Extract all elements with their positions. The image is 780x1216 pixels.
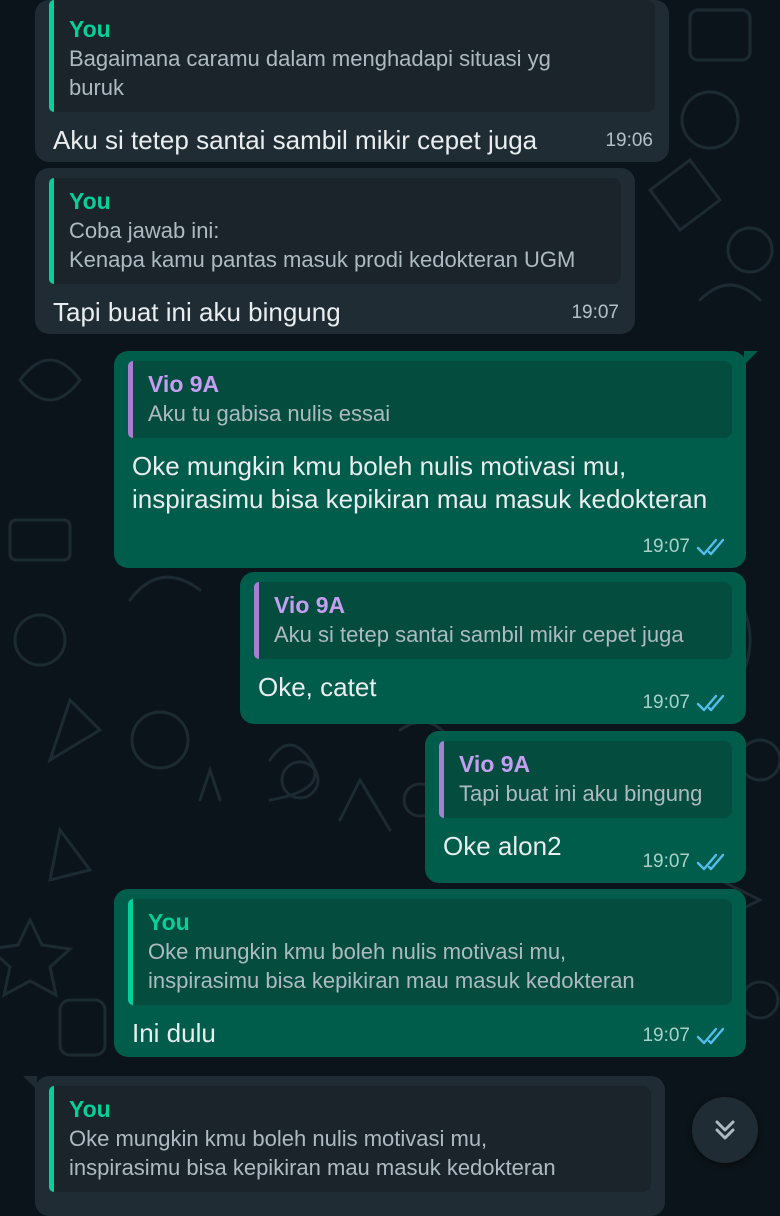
quoted-text: Aku si tetep santai sambil mikir cepet j… bbox=[274, 622, 684, 647]
message-time: 19:07 bbox=[571, 302, 619, 323]
quote-accent-bar bbox=[49, 0, 54, 112]
quoted-reply[interactable]: You Oke mungkin kmu boleh nulis motivasi… bbox=[128, 899, 732, 1005]
quoted-sender: You bbox=[69, 1096, 111, 1122]
quoted-reply[interactable]: Vio 9A Aku si tetep santai sambil mikir … bbox=[254, 582, 732, 659]
quoted-sender: You bbox=[69, 16, 111, 42]
message-incoming[interactable]: You Bagaimana caramu dalam menghadapi si… bbox=[35, 0, 669, 162]
quote-accent-bar bbox=[128, 361, 133, 438]
quoted-text: Aku tu gabisa nulis essai bbox=[148, 401, 391, 426]
message-time: 19:07 bbox=[642, 536, 690, 557]
double-check-icon bbox=[696, 538, 725, 556]
message-meta: 19:07 bbox=[571, 302, 619, 324]
message-outgoing[interactable]: Vio 9A Tapi buat ini aku bingung Oke alo… bbox=[425, 731, 746, 883]
quote-accent-bar bbox=[49, 1086, 54, 1192]
message-outgoing[interactable]: Vio 9A Aku si tetep santai sambil mikir … bbox=[240, 572, 746, 724]
quoted-text: Coba jawab ini: Kenapa kamu pantas masuk… bbox=[69, 218, 576, 272]
quote-accent-bar bbox=[128, 899, 133, 1005]
quoted-text: Tapi buat ini aku bingung bbox=[459, 781, 703, 806]
message-time: 19:06 bbox=[605, 130, 653, 151]
double-check-icon bbox=[696, 1027, 725, 1045]
message-meta: 19:07 bbox=[642, 536, 730, 558]
quoted-sender: You bbox=[148, 909, 190, 935]
quote-accent-bar bbox=[439, 741, 444, 818]
quoted-text: Oke mungkin kmu boleh nulis motivasi mu,… bbox=[148, 939, 635, 993]
scroll-to-bottom-button[interactable] bbox=[692, 1097, 758, 1163]
quoted-sender: Vio 9A bbox=[459, 751, 531, 777]
double-check-icon bbox=[696, 694, 725, 712]
message-time: 19:07 bbox=[642, 1025, 690, 1046]
message-meta: 19:07 bbox=[642, 1025, 730, 1047]
quoted-text: Oke mungkin kmu boleh nulis motivasi mu,… bbox=[69, 1126, 556, 1180]
message-text: Oke mungkin kmu boleh nulis motivasi mu,… bbox=[132, 451, 708, 514]
quoted-text: Bagaimana caramu dalam menghadapi situas… bbox=[69, 46, 551, 100]
message-outgoing[interactable]: You Oke mungkin kmu boleh nulis motivasi… bbox=[114, 889, 746, 1057]
quoted-reply[interactable]: Vio 9A Aku tu gabisa nulis essai bbox=[128, 361, 732, 438]
chevrons-down-icon bbox=[715, 1120, 735, 1140]
message-incoming[interactable]: You Oke mungkin kmu boleh nulis motivasi… bbox=[23, 1076, 665, 1216]
message-outgoing[interactable]: Vio 9A Aku tu gabisa nulis essai Oke mun… bbox=[114, 351, 758, 568]
quoted-reply[interactable]: You Coba jawab ini: Kenapa kamu pantas m… bbox=[49, 178, 621, 284]
quote-accent-bar bbox=[49, 178, 54, 284]
quoted-reply[interactable]: You Oke mungkin kmu boleh nulis motivasi… bbox=[49, 1086, 651, 1192]
message-time: 19:07 bbox=[642, 851, 690, 872]
message-meta: 19:07 bbox=[642, 851, 730, 873]
quoted-sender: You bbox=[69, 188, 111, 214]
message-text: Aku si tetep santai sambil mikir cepet j… bbox=[53, 125, 538, 155]
double-check-icon bbox=[696, 853, 725, 871]
message-meta: 19:06 bbox=[605, 130, 653, 152]
message-text: Ini dulu bbox=[132, 1018, 216, 1048]
quoted-sender: Vio 9A bbox=[274, 592, 346, 618]
message-time: 19:07 bbox=[642, 692, 690, 713]
quote-accent-bar bbox=[254, 582, 259, 659]
quoted-reply[interactable]: Vio 9A Tapi buat ini aku bingung bbox=[439, 741, 732, 818]
message-incoming[interactable]: You Coba jawab ini: Kenapa kamu pantas m… bbox=[35, 168, 635, 334]
message-meta: 19:07 bbox=[642, 692, 730, 714]
quoted-sender: Vio 9A bbox=[148, 371, 220, 397]
quoted-reply[interactable]: You Bagaimana caramu dalam menghadapi si… bbox=[49, 0, 655, 112]
message-text: Tapi buat ini aku bingung bbox=[53, 297, 341, 327]
